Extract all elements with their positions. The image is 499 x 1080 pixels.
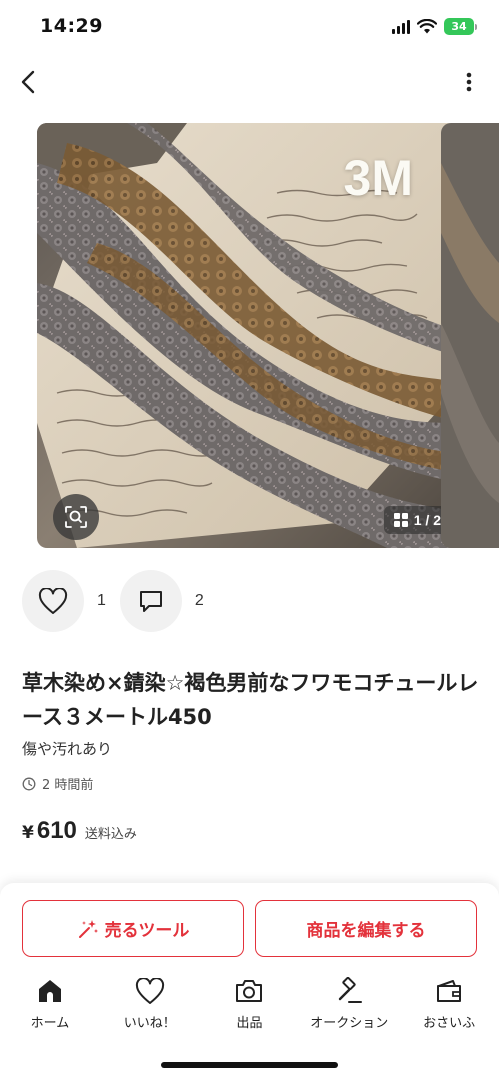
tab-auction-label: オークション [310,1016,389,1031]
zoom-scan-icon [65,506,87,528]
tab-auction[interactable]: オークション [299,976,399,1038]
magic-wand-icon [78,919,98,938]
cellular-signal-icon [392,19,410,34]
tab-wallet-label: おさいふ [423,1016,476,1031]
sell-tool-label: 売るツール [104,921,190,941]
next-photo-preview[interactable] [441,123,499,548]
nav-bar [0,56,499,108]
price: 610 [36,817,77,844]
next-photo-thumbnail [441,123,499,548]
camera-icon [236,980,263,1002]
tab-likes[interactable]: いいね！ [100,976,200,1038]
back-button[interactable] [12,64,44,100]
like-count: 1 [97,592,106,609]
tab-sell[interactable]: 出品 [200,976,300,1038]
comment-icon [139,591,162,612]
shipping-info: 送料込み [84,827,137,842]
more-options-button[interactable] [459,64,479,100]
wallet-icon [437,980,462,1002]
tab-wallet[interactable]: おさいふ [399,976,499,1038]
battery-level: 34 [444,18,474,35]
item-condition: 傷や汚れあり [22,740,113,758]
posted-time-text: 2 時間前 [42,778,94,793]
status-bar: 14:29 34 [0,0,499,54]
like-button[interactable] [22,570,84,632]
edit-item-label: 商品を編集する [306,921,426,941]
posted-time: 2 時間前 [22,774,93,793]
status-time: 14:29 [40,15,103,37]
product-photo[interactable]: 3M 1 / 2 [37,123,463,548]
sell-tool-button[interactable]: 売るツール [22,900,244,957]
tab-home[interactable]: ホーム [0,976,100,1038]
tab-sell-label: 出品 [236,1016,263,1031]
status-icons: 34 [392,18,477,35]
social-row: 1 2 [22,570,218,632]
photo-overlay-text: 3M [343,150,413,206]
tab-bar: ホーム いいね！ 出品 オークション おさいふ [0,976,499,1038]
home-icon [38,980,61,1002]
comment-button[interactable] [119,570,182,632]
clock-icon [22,777,36,790]
bottom-panel: 売るツール 商品を編集する ホーム いいね！ 出品 オークション おさいふ [0,883,499,1080]
heart-icon [38,587,68,614]
tab-home-label: ホーム [30,1016,70,1031]
product-image-carousel[interactable]: 3M 1 / 2 [37,123,463,548]
zoom-button[interactable] [53,494,99,540]
chevron-left-icon [21,70,35,94]
comment-count: 2 [194,592,204,609]
page-indicator-text: 1 / 2 [413,512,441,528]
battery-icon: 34 [444,18,477,35]
edit-item-button[interactable]: 商品を編集する [255,900,477,957]
tab-likes-label: いいね！ [123,1016,176,1031]
gavel-icon [339,977,363,1003]
heart-icon [135,977,164,1004]
price-row: ¥ 610 送料込み [22,817,137,845]
more-vertical-icon [466,72,472,92]
grid-icon [393,513,408,527]
wifi-icon [417,19,437,34]
home-indicator [161,1062,338,1068]
currency-symbol: ¥ [22,823,34,843]
product-title: 草木染め×錆染☆褐色男前なフワモコチュールレース３メートル450 [22,671,479,729]
